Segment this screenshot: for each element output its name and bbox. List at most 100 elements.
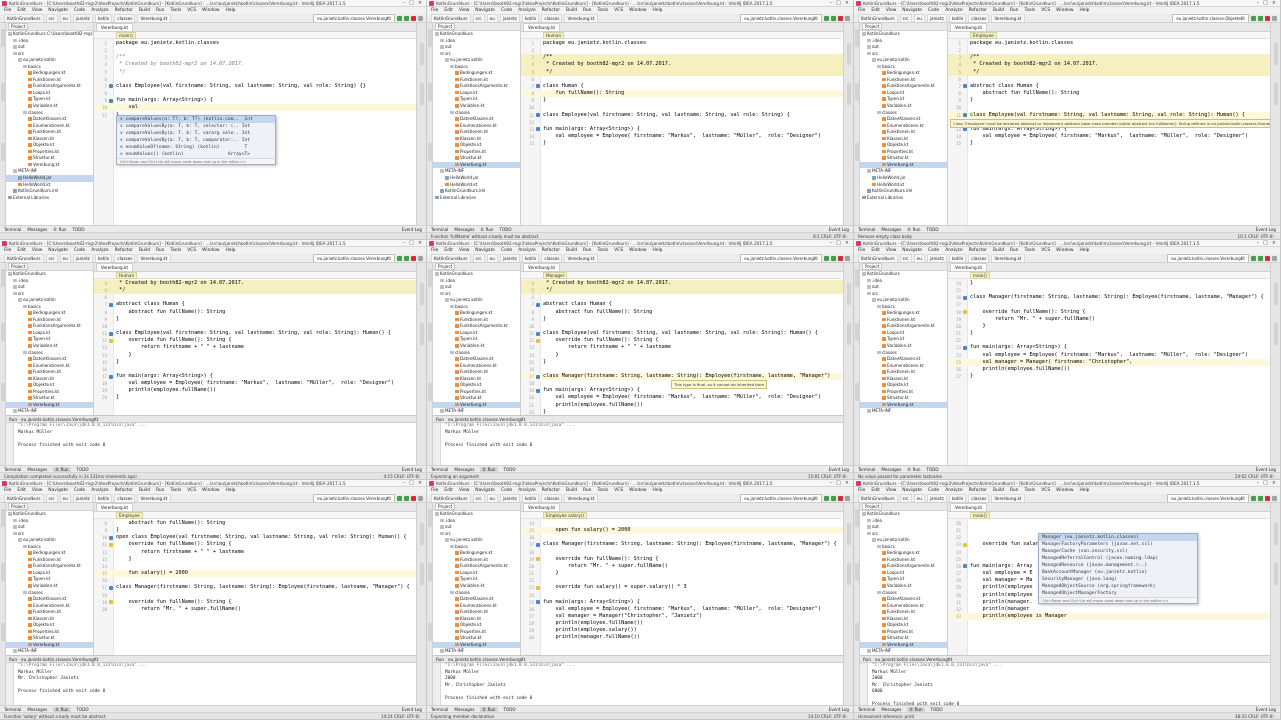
run-icon[interactable]	[1251, 15, 1256, 21]
menu-item-navigate[interactable]: Navigate	[475, 488, 495, 493]
project-tool-button[interactable]	[1, 29, 5, 47]
menu-item-analyze[interactable]: Analyze	[945, 488, 962, 493]
run-icon[interactable]	[824, 255, 829, 261]
menu-item-code[interactable]: Code	[928, 8, 939, 13]
project-tool-button[interactable]	[428, 509, 432, 527]
menu-item-code[interactable]: Code	[501, 248, 512, 253]
ant-build-tool-button[interactable]	[847, 43, 851, 65]
editor-breadcrumb-item[interactable]: Employee	[970, 31, 997, 39]
terminal-tool-button[interactable]: Terminal	[4, 467, 21, 472]
run-gutter-icon[interactable]	[109, 585, 113, 590]
caret-position[interactable]: 8:1 CRLF: UTF-8:	[813, 234, 853, 239]
terminal-tool-button[interactable]: Terminal	[431, 467, 448, 472]
todo-tool-button[interactable]: TODO	[927, 227, 939, 232]
run-config-select[interactable]: eu.janietz.kotlin.classes.VererbungKt	[740, 494, 822, 502]
project-tool-button[interactable]	[855, 269, 859, 287]
breadcrumb-item[interactable]: kotlin	[948, 254, 967, 262]
menu-item-navigate[interactable]: Navigate	[48, 8, 68, 13]
run-tool-button[interactable]: 4: Run	[907, 706, 925, 712]
menu-item-help[interactable]: Help	[1079, 8, 1089, 13]
breadcrumb-item[interactable]: Vererbung.kt	[991, 254, 1025, 262]
caret-position[interactable]: 14:10 CRLF: UTF-8:	[808, 714, 853, 719]
editor-breadcrumb-item[interactable]: Human	[543, 31, 565, 39]
menu-item-analyze[interactable]: Analyze	[91, 488, 108, 493]
breadcrumb-item[interactable]: Vererbung.kt	[564, 254, 598, 262]
run-toolbar-vertical[interactable]	[860, 663, 868, 705]
structure-icon[interactable]	[1, 323, 5, 341]
breadcrumb-item[interactable]: eu	[486, 14, 498, 22]
maven-tool-button[interactable]	[847, 323, 851, 345]
window-minimize-icon[interactable]: –	[1257, 240, 1260, 246]
menu-item-file[interactable]: File	[858, 488, 865, 493]
override-gutter-icon[interactable]	[536, 557, 540, 562]
messages-tool-button[interactable]: Messages	[454, 707, 474, 712]
breadcrumb-item[interactable]: janietz	[926, 494, 947, 502]
menu-item-vcs[interactable]: VCS	[187, 248, 196, 253]
run-config-select[interactable]: eu.janietz.kotlin.classes.VererbungKt	[313, 254, 395, 262]
run-gutter-icon[interactable]	[109, 331, 113, 336]
menu-item-code[interactable]: Code	[928, 248, 939, 253]
menu-item-navigate[interactable]: Navigate	[475, 248, 495, 253]
window-maximize-icon[interactable]: □	[1263, 240, 1268, 246]
menu-item-code[interactable]: Code	[501, 488, 512, 493]
terminal-tool-button[interactable]: Terminal	[431, 227, 448, 232]
run-config-select[interactable]: eu.janietz.kotlin.classes.VererbungKt	[313, 14, 395, 22]
breadcrumb-item[interactable]: KotlinGrundkurs	[858, 254, 898, 262]
structure-icon[interactable]	[855, 563, 859, 581]
menu-item-refactor[interactable]: Refactor	[115, 248, 133, 253]
event-log-button[interactable]: Event Log	[829, 467, 853, 472]
menu-item-navigate[interactable]: Navigate	[48, 248, 68, 253]
run-tool-button[interactable]: 4: Run	[480, 466, 498, 472]
menu-item-vcs[interactable]: VCS	[187, 488, 196, 493]
run-gutter-icon[interactable]	[963, 113, 967, 118]
menu-item-edit[interactable]: Edit	[17, 248, 26, 253]
breadcrumb-item[interactable]: eu	[913, 494, 925, 502]
terminal-tool-button[interactable]: Terminal	[431, 707, 448, 712]
structure-icon[interactable]	[855, 323, 859, 341]
terminal-tool-button[interactable]: Terminal	[4, 707, 21, 712]
gear-icon[interactable]	[418, 255, 423, 261]
menu-item-help[interactable]: Help	[652, 488, 662, 493]
completion-item[interactable]: ManagedReferralControl (javax.naming.lda…	[1039, 555, 1197, 562]
completion-item[interactable]: ManagedObjectSource (org.springframework…	[1039, 583, 1197, 590]
menu-item-window[interactable]: Window	[202, 248, 219, 253]
menu-item-help[interactable]: Help	[652, 8, 662, 13]
ant-build-tool-button[interactable]	[1274, 283, 1278, 305]
menu-item-help[interactable]: Help	[652, 248, 662, 253]
stop-icon[interactable]	[838, 255, 843, 261]
project-view-select[interactable]: Project	[862, 503, 883, 510]
menu-item-navigate[interactable]: Navigate	[902, 248, 922, 253]
run-gutter-icon[interactable]	[536, 303, 540, 308]
menu-item-file[interactable]: File	[4, 8, 11, 13]
run-icon[interactable]	[397, 15, 402, 21]
breadcrumb-item[interactable]: janietz	[926, 14, 947, 22]
menu-item-view[interactable]: View	[459, 8, 469, 13]
gear-icon[interactable]	[845, 255, 850, 261]
window-minimize-icon[interactable]: –	[830, 0, 833, 6]
stop-icon[interactable]	[411, 15, 416, 21]
window-minimize-icon[interactable]: –	[403, 240, 406, 246]
menu-item-build[interactable]: Build	[566, 488, 577, 493]
breadcrumb-item[interactable]: classes	[968, 494, 990, 502]
completion-item[interactable]: ManagedResource (javax.management.r..)	[1039, 562, 1197, 569]
window-close-icon[interactable]: ×	[1272, 0, 1276, 6]
completion-item[interactable]: v enumValues() (kotlin) Array<T>	[117, 151, 275, 158]
run-gutter-icon[interactable]	[536, 84, 540, 89]
menu-item-edit[interactable]: Edit	[17, 8, 26, 13]
breadcrumb-item[interactable]: kotlin	[948, 14, 967, 22]
project-view-select[interactable]: Project	[862, 263, 883, 270]
run-gutter-icon[interactable]	[536, 388, 540, 393]
stop-icon[interactable]	[411, 255, 416, 261]
run-toolbar-vertical[interactable]	[433, 663, 441, 705]
run-config-select[interactable]: eu.janietz.kotlin.classes.VererbungKt	[1167, 254, 1249, 262]
menu-item-file[interactable]: File	[858, 8, 865, 13]
run-config-select[interactable]: eu.janietz.kotlin.classes.VererbungKt	[1167, 494, 1249, 502]
structure-icon[interactable]	[428, 563, 432, 581]
breadcrumb-item[interactable]: classes	[541, 14, 563, 22]
breadcrumb-item[interactable]: janietz	[499, 254, 520, 262]
menu-item-view[interactable]: View	[886, 248, 896, 253]
menu-item-tools[interactable]: Tools	[170, 488, 181, 493]
window-minimize-icon[interactable]: –	[1257, 0, 1260, 6]
maven-tool-button[interactable]	[420, 563, 424, 585]
breadcrumb-item[interactable]: Vererbung.kt	[991, 494, 1025, 502]
